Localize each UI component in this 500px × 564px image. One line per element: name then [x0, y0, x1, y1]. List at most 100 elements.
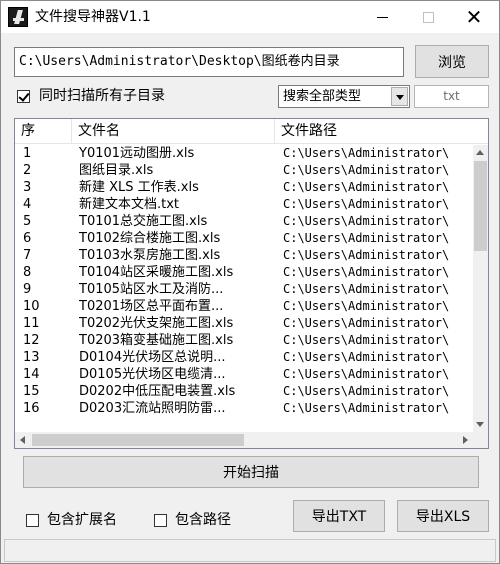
row-filepath: C:\Users\Administrator\ [283, 316, 450, 330]
scroll-up-icon[interactable] [473, 145, 488, 160]
list-item[interactable]: 8 T0104站区采暖施工图.xls C:\Users\Administrator\ [15, 264, 473, 281]
row-filename: T0202光伏支架施工图.xls [79, 316, 234, 331]
row-filename: D0203汇流站照明防雷... [79, 401, 226, 416]
list-item[interactable]: 6 T0102综合楼施工图.xls C:\Users\Administrator\ [15, 230, 473, 247]
row-index: 13 [23, 350, 40, 365]
row-filename: T0102综合楼施工图.xls [79, 231, 221, 246]
row-filename: Y0101远动图册.xls [79, 146, 195, 161]
list-item[interactable]: 2 图纸目录.xls C:\Users\Administrator\ [15, 162, 473, 179]
minimize-icon [376, 16, 388, 18]
list-item[interactable]: 14 D0105光伏场区电缆清... C:\Users\Administrator\ [15, 366, 473, 383]
export-xls-button[interactable]: 导出XLS [397, 500, 489, 532]
row-filename: D0104光伏场区总说明... [79, 350, 226, 365]
include-extension-checkbox[interactable] [26, 514, 39, 527]
row-filepath: C:\Users\Administrator\ [283, 367, 450, 381]
app-logo-icon [8, 7, 28, 27]
row-filename: D0202中低压配电装置.xls [79, 384, 236, 399]
row-index: 2 [23, 163, 32, 178]
scan-subfolders-checkbox[interactable] [17, 90, 30, 103]
row-index: 12 [23, 333, 40, 348]
row-filepath: C:\Users\Administrator\ [283, 401, 450, 415]
row-filename: 新建文本文档.txt [79, 197, 180, 212]
file-type-selected: 搜索全部类型 [283, 89, 362, 104]
row-filename: T0104站区采暖施工图.xls [79, 265, 234, 280]
row-filepath: C:\Users\Administrator\ [283, 282, 450, 296]
row-filename: T0105站区水工及消防... [79, 282, 224, 297]
row-index: 3 [23, 180, 32, 195]
row-filepath: C:\Users\Administrator\ [283, 197, 450, 211]
row-index: 8 [23, 265, 32, 280]
row-index: 10 [23, 299, 40, 314]
folder-path-input[interactable]: C:\Users\Administrator\Desktop\图纸卷内目录 [14, 47, 404, 77]
column-header-index[interactable]: 序 [15, 119, 72, 144]
row-index: 5 [23, 214, 32, 229]
app-window: 文件搜导神器V1.1 ✕ C:\Users\Administrator\Desk… [0, 0, 500, 564]
scroll-down-icon[interactable] [473, 417, 488, 432]
row-index: 16 [23, 401, 40, 416]
row-index: 7 [23, 248, 32, 263]
row-index: 9 [23, 282, 32, 297]
start-scan-button[interactable]: 开始扫描 [23, 456, 479, 488]
list-header: 序 文件名 文件路径 [15, 119, 488, 144]
scroll-left-icon[interactable] [15, 432, 31, 448]
row-index: 15 [23, 384, 40, 399]
extension-input[interactable]: txt [414, 85, 489, 108]
list-item[interactable]: 5 T0101总交施工图.xls C:\Users\Administrator\ [15, 213, 473, 230]
vertical-scroll-thumb[interactable] [474, 161, 487, 251]
row-filename: 图纸目录.xls [79, 163, 154, 178]
include-path-checkbox[interactable] [154, 514, 167, 527]
horizontal-scroll-thumb[interactable] [32, 434, 244, 446]
column-header-filepath[interactable]: 文件路径 [275, 119, 488, 144]
row-filepath: C:\Users\Administrator\ [283, 231, 450, 245]
list-item[interactable]: 15 D0202中低压配电装置.xls C:\Users\Administrator… [15, 383, 473, 400]
vertical-scrollbar[interactable] [473, 145, 488, 432]
chevron-down-icon[interactable] [391, 87, 408, 106]
list-item[interactable]: 7 T0103水泵房施工图.xls C:\Users\Administrator\ [15, 247, 473, 264]
minimize-button[interactable] [359, 1, 405, 33]
list-item[interactable]: 13 D0104光伏场区总说明... C:\Users\Administrator\ [15, 349, 473, 366]
row-filename: T0103水泵房施工图.xls [79, 248, 221, 263]
row-index: 6 [23, 231, 32, 246]
column-header-filename[interactable]: 文件名 [72, 119, 275, 144]
browse-button[interactable]: 浏览 [415, 45, 489, 78]
list-item[interactable]: 9 T0105站区水工及消防... C:\Users\Administrator\ [15, 281, 473, 298]
list-item[interactable]: 1 Y0101远动图册.xls C:\Users\Administrator\ [15, 145, 473, 162]
file-type-select[interactable]: 搜索全部类型 [278, 85, 410, 108]
list-item[interactable]: 12 T0203箱变基础施工图.xls C:\Users\Administrator… [15, 332, 473, 349]
row-filepath: C:\Users\Administrator\ [283, 384, 450, 398]
maximize-button[interactable] [405, 1, 451, 33]
row-filepath: C:\Users\Administrator\ [283, 299, 450, 313]
row-filename: D0105光伏场区电缆清... [79, 367, 226, 382]
file-list[interactable]: 序 文件名 文件路径 1 Y0101远动图册.xls C:\Users\Admini… [14, 118, 489, 449]
scrollbar-corner [473, 432, 488, 448]
list-item[interactable]: 4 新建文本文档.txt C:\Users\Administrator\ [15, 196, 473, 213]
scan-subfolders-label[interactable]: 同时扫描所有子目录 [39, 86, 165, 106]
row-filename: T0201场区总平面布置... [79, 299, 224, 314]
row-filepath: C:\Users\Administrator\ [283, 333, 450, 347]
row-filename: 新建 XLS 工作表.xls [79, 180, 199, 195]
close-button[interactable]: ✕ [451, 1, 497, 33]
list-item[interactable]: 3 新建 XLS 工作表.xls C:\Users\Administrator\ [15, 179, 473, 196]
row-filepath: C:\Users\Administrator\ [283, 214, 450, 228]
row-filepath: C:\Users\Administrator\ [283, 163, 450, 177]
scroll-right-icon[interactable] [457, 432, 473, 448]
row-filepath: C:\Users\Administrator\ [283, 350, 450, 364]
row-filepath: C:\Users\Administrator\ [283, 146, 450, 160]
window-title: 文件搜导神器V1.1 [35, 9, 151, 25]
list-item[interactable]: 11 T0202光伏支架施工图.xls C:\Users\Administrator… [15, 315, 473, 332]
row-filepath: C:\Users\Administrator\ [283, 248, 450, 262]
title-bar: 文件搜导神器V1.1 ✕ [1, 1, 499, 33]
list-item[interactable]: 10 T0201场区总平面布置... C:\Users\Administrator\ [15, 298, 473, 315]
include-extension-label[interactable]: 包含扩展名 [47, 510, 117, 530]
include-path-label[interactable]: 包含路径 [175, 510, 231, 530]
export-txt-button[interactable]: 导出TXT [293, 500, 385, 532]
row-filepath: C:\Users\Administrator\ [283, 180, 450, 194]
row-filename: T0203箱变基础施工图.xls [79, 333, 234, 348]
row-index: 11 [23, 316, 40, 331]
list-item[interactable]: 16 D0203汇流站照明防雷... C:\Users\Administrator\ [15, 400, 473, 417]
horizontal-scrollbar[interactable] [15, 432, 473, 448]
row-index: 14 [23, 367, 40, 382]
row-filepath: C:\Users\Administrator\ [283, 265, 450, 279]
status-bar [4, 539, 496, 562]
row-index: 4 [23, 197, 32, 212]
